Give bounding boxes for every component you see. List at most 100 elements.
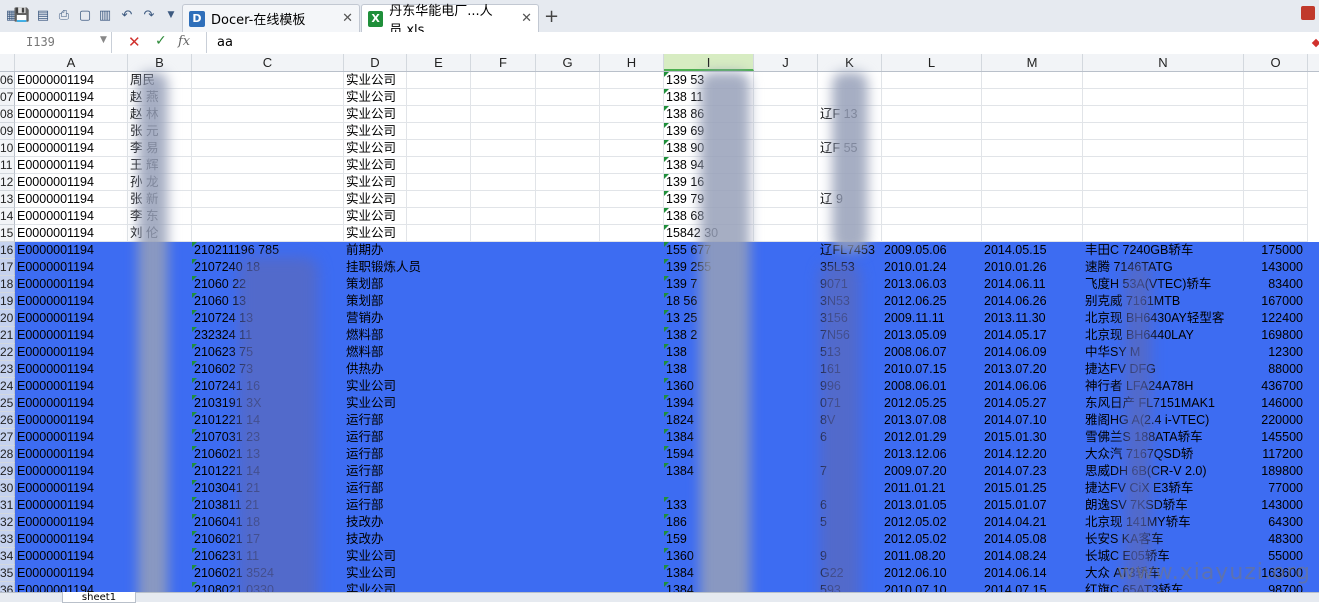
cell[interactable] [536,106,600,123]
cell[interactable] [471,531,536,548]
cell-n[interactable] [1083,72,1244,89]
cell-d[interactable]: 实业公司 [344,89,407,106]
cell[interactable] [471,463,536,480]
cell-l[interactable] [882,72,982,89]
customize-toolbar-icon[interactable]: ▼ [163,7,179,23]
table-row[interactable]: 06E0000001194周民实业公司139 53 [0,72,1319,89]
cell-m[interactable]: 2013.11.30 [982,310,1083,327]
cell-l[interactable]: 2012.06.10 [882,565,982,582]
cell-a[interactable]: E0000001194 [15,174,128,191]
cell-m[interactable]: 2015.01.07 [982,497,1083,514]
cell-d[interactable]: 运行部 [344,446,407,463]
cell[interactable] [471,72,536,89]
cell[interactable] [754,174,818,191]
cell-d[interactable]: 前期办 [344,242,407,259]
cell[interactable] [754,310,818,327]
cell-a[interactable]: E0000001194 [15,344,128,361]
cell[interactable] [754,463,818,480]
row-number[interactable]: 31 [0,497,15,514]
cell-d[interactable]: 营销办 [344,310,407,327]
cell-d[interactable]: 实业公司 [344,123,407,140]
cell-c[interactable] [192,174,344,191]
cell-l[interactable] [882,89,982,106]
cell-a[interactable]: E0000001194 [15,310,128,327]
cell[interactable] [407,123,471,140]
cell-c[interactable] [192,191,344,208]
cell-n[interactable] [1083,191,1244,208]
cell-o[interactable] [1244,208,1308,225]
table-row[interactable]: 19E000000119421060 13策划部18 563N532012.06… [0,293,1319,310]
row-number[interactable]: 35 [0,565,15,582]
cell[interactable] [600,157,664,174]
cell-m[interactable] [982,191,1083,208]
cell[interactable] [407,395,471,412]
cell[interactable] [471,293,536,310]
cell-o[interactable]: 189800 [1244,463,1308,480]
cell[interactable] [407,140,471,157]
cell[interactable] [600,395,664,412]
row-number[interactable]: 26 [0,412,15,429]
cell-n[interactable]: 雅阁HG A(2.4 i-VTEC) [1083,412,1244,429]
row-number[interactable]: 08 [0,106,15,123]
row-number[interactable]: 33 [0,531,15,548]
cell-a[interactable]: E0000001194 [15,395,128,412]
cell-n[interactable] [1083,106,1244,123]
cell-o[interactable]: 143000 [1244,259,1308,276]
cell[interactable] [407,208,471,225]
table-row[interactable]: 21E0000001194232324 11燃料部138 27N562013.0… [0,327,1319,344]
cell[interactable] [536,123,600,140]
cell[interactable] [754,429,818,446]
cell[interactable] [407,344,471,361]
row-number[interactable]: 27 [0,429,15,446]
cell-l[interactable]: 2012.05.02 [882,531,982,548]
cell-c[interactable] [192,140,344,157]
cell-l[interactable]: 2013.01.05 [882,497,982,514]
cell-o[interactable] [1244,106,1308,123]
cell[interactable] [536,565,600,582]
cell-d[interactable]: 实业公司 [344,140,407,157]
column-header-n[interactable]: N [1083,54,1244,71]
cell[interactable] [754,123,818,140]
cell-d[interactable]: 运行部 [344,480,407,497]
cell-a[interactable]: E0000001194 [15,191,128,208]
cell-d[interactable]: 运行部 [344,463,407,480]
sheet-tab[interactable]: sheet1 [62,592,136,603]
cell-a[interactable]: E0000001194 [15,106,128,123]
table-row[interactable]: 31E00000011942103811 21运行部13362013.01.05… [0,497,1319,514]
cell-a[interactable]: E0000001194 [15,497,128,514]
cell-a[interactable]: E0000001194 [15,276,128,293]
cell[interactable] [407,514,471,531]
column-header-g[interactable]: G [536,54,600,71]
cell[interactable] [471,327,536,344]
cell-o[interactable]: 12300 [1244,344,1308,361]
cell[interactable] [471,497,536,514]
cell-m[interactable]: 2015.01.25 [982,480,1083,497]
export-pdf-icon[interactable]: ▥ [97,7,113,23]
table-row[interactable]: 18E000000119421060 22策划部139 790712013.06… [0,276,1319,293]
cell-m[interactable]: 2014.06.09 [982,344,1083,361]
column-header-a[interactable]: A [15,54,128,71]
save-as-icon[interactable]: ▤ [35,7,51,23]
cell[interactable] [471,378,536,395]
cell[interactable] [754,480,818,497]
cell[interactable] [754,344,818,361]
row-number[interactable]: 30 [0,480,15,497]
cell[interactable] [754,514,818,531]
cell[interactable] [600,412,664,429]
cell[interactable] [407,225,471,242]
cell-o[interactable]: 146000 [1244,395,1308,412]
cell[interactable] [754,412,818,429]
table-row[interactable]: 28 E0000001194 2106021 13 运行部 1594 2013.12.06… [0,446,1319,463]
cell[interactable] [600,344,664,361]
cell[interactable] [536,174,600,191]
cell[interactable] [754,395,818,412]
cell[interactable] [407,412,471,429]
cell-o[interactable] [1244,157,1308,174]
cell[interactable] [407,463,471,480]
cell-c[interactable] [192,89,344,106]
cell-l[interactable]: 2009.07.20 [882,463,982,480]
cell-c[interactable] [192,208,344,225]
cell[interactable] [536,259,600,276]
cell[interactable] [600,480,664,497]
cell[interactable] [536,276,600,293]
